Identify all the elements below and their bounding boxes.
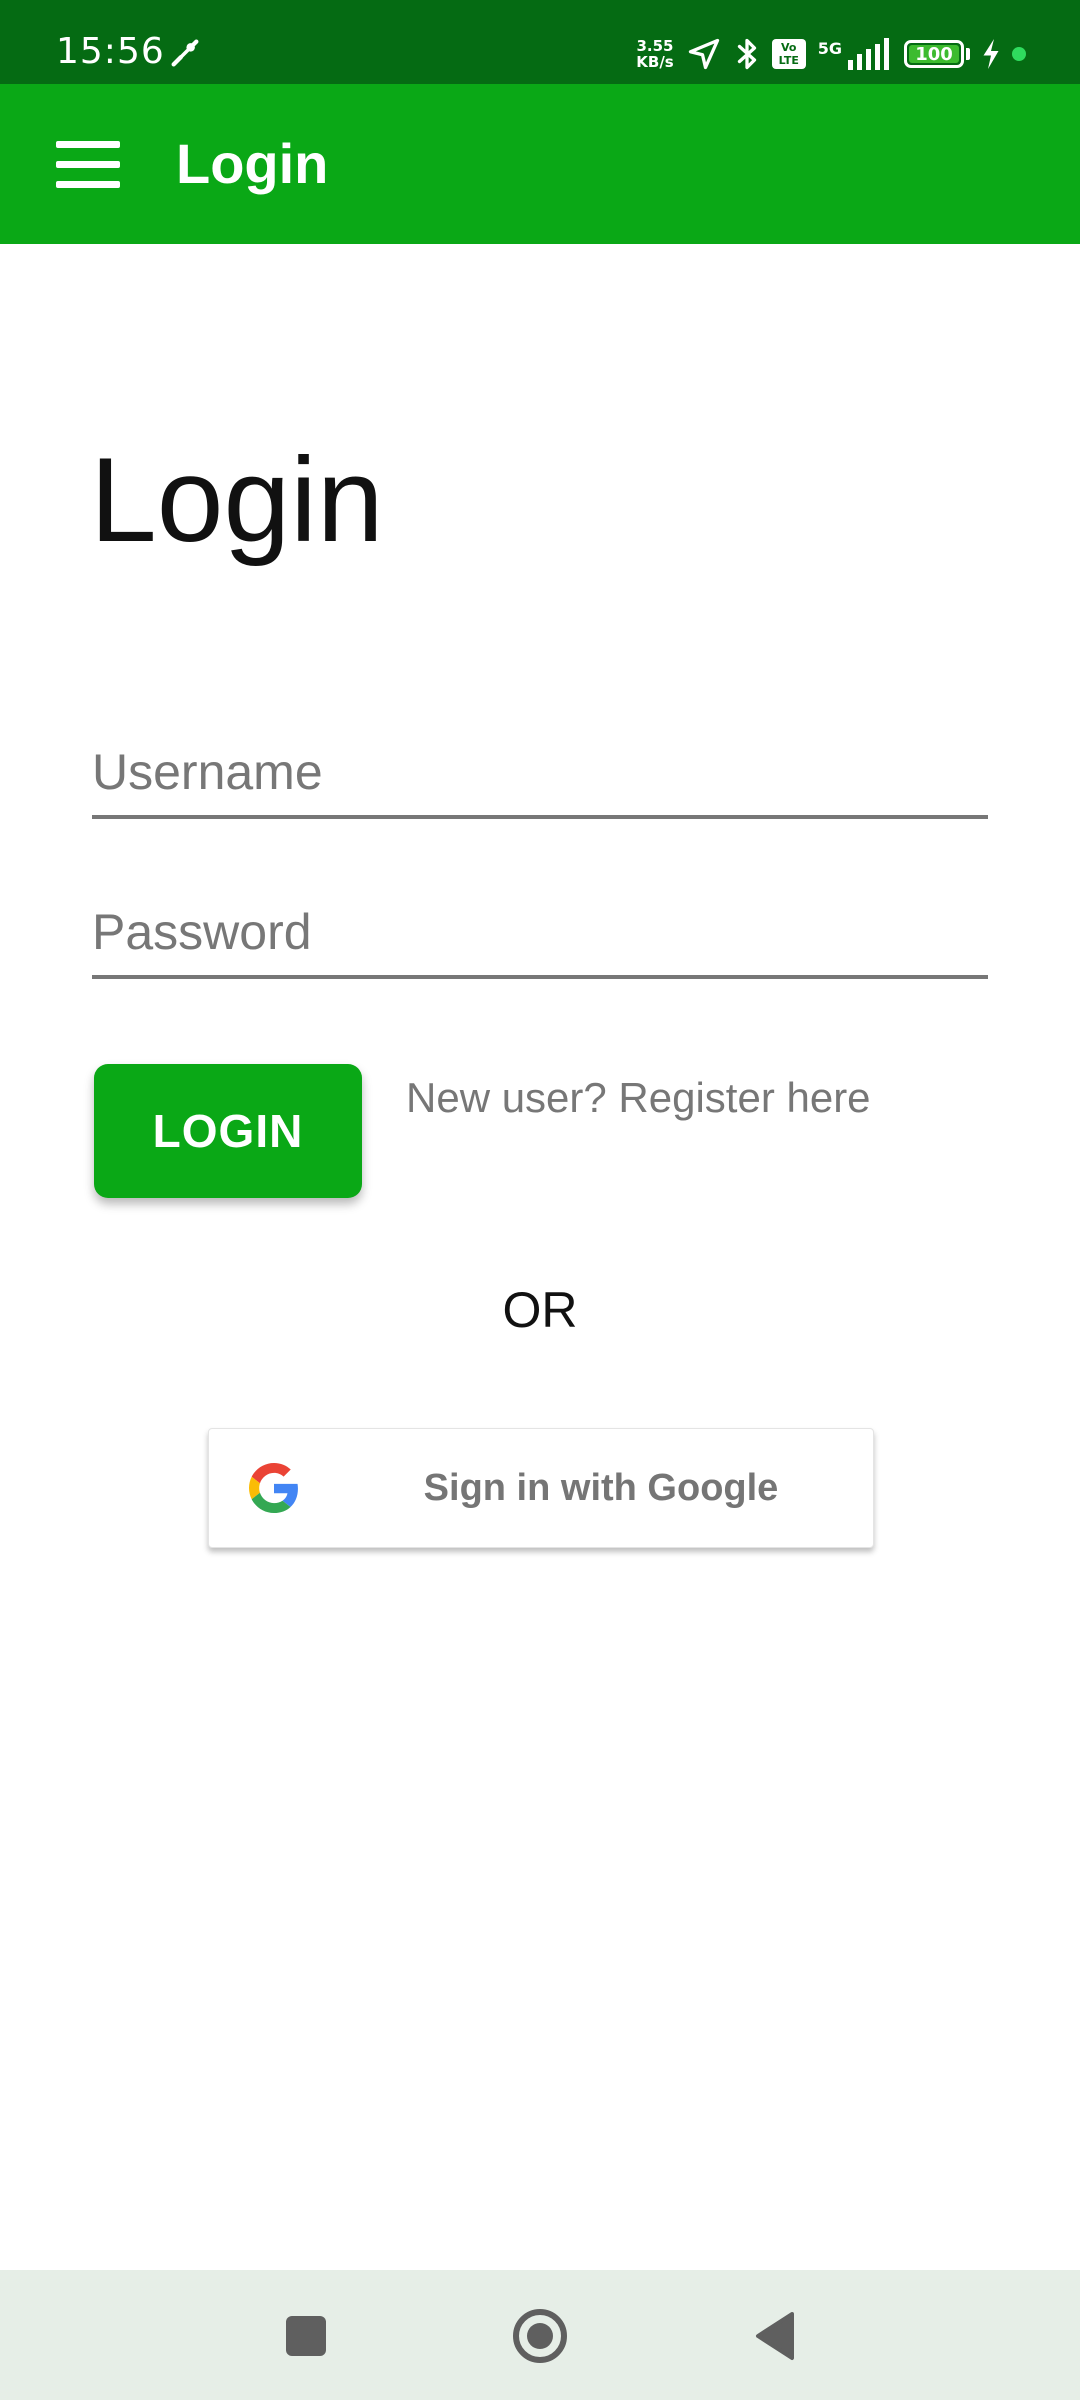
menu-icon-bar [56, 140, 120, 148]
charging-bolt-icon [983, 39, 999, 69]
login-button[interactable]: LOGIN [94, 1064, 362, 1198]
password-field-container [92, 865, 988, 979]
or-separator: OR [502, 1282, 578, 1338]
network-speed-value: 3.55 [636, 37, 674, 55]
system-nav-bar [0, 2270, 1080, 2400]
back-icon[interactable] [752, 2310, 796, 2362]
network-speed-unit: KB/s [636, 53, 674, 71]
volte-top-text: Vo [781, 41, 797, 54]
battery-icon: 100 [904, 40, 964, 68]
status-time: 15:56 [56, 31, 165, 72]
page-title: Login [90, 433, 384, 567]
google-sign-in-button[interactable]: Sign in with Google [208, 1428, 874, 1548]
status-bar: 15:56 3.55 KB/s Vo LTE 5G 100 [0, 0, 1080, 84]
password-field[interactable] [92, 903, 988, 961]
home-icon[interactable] [512, 2308, 568, 2364]
menu-icon-bar [56, 160, 120, 168]
wrench-icon [171, 39, 199, 67]
recents-icon[interactable] [286, 2316, 326, 2356]
google-button-label: Sign in with Google [423, 1466, 779, 1509]
app-bar: Login [0, 84, 1080, 244]
app-bar-title: Login [176, 132, 329, 195]
volte-bottom-text: LTE [778, 54, 799, 67]
menu-icon[interactable] [40, 122, 136, 206]
menu-icon-bar [56, 180, 120, 188]
signal-icon [848, 38, 889, 70]
google-icon [249, 1463, 298, 1513]
network-type: 5G [817, 39, 842, 58]
bluetooth-icon [737, 38, 756, 70]
privacy-indicator-dot [1012, 47, 1026, 61]
username-field-container [92, 705, 988, 819]
status-icons: 3.55 KB/s Vo LTE 5G 100 [636, 32, 1026, 76]
network-speed: 3.55 KB/s [636, 38, 673, 70]
battery-tip [966, 48, 970, 60]
volte-icon: Vo LTE [771, 39, 806, 69]
username-field[interactable] [92, 743, 988, 801]
battery-level: 100 [915, 43, 953, 65]
location-arrow-icon [688, 38, 719, 70]
register-link[interactable]: New user? Register here [406, 1070, 871, 1126]
login-screen: 15:56 3.55 KB/s Vo LTE 5G 100 Login Logi… [0, 0, 1080, 2400]
